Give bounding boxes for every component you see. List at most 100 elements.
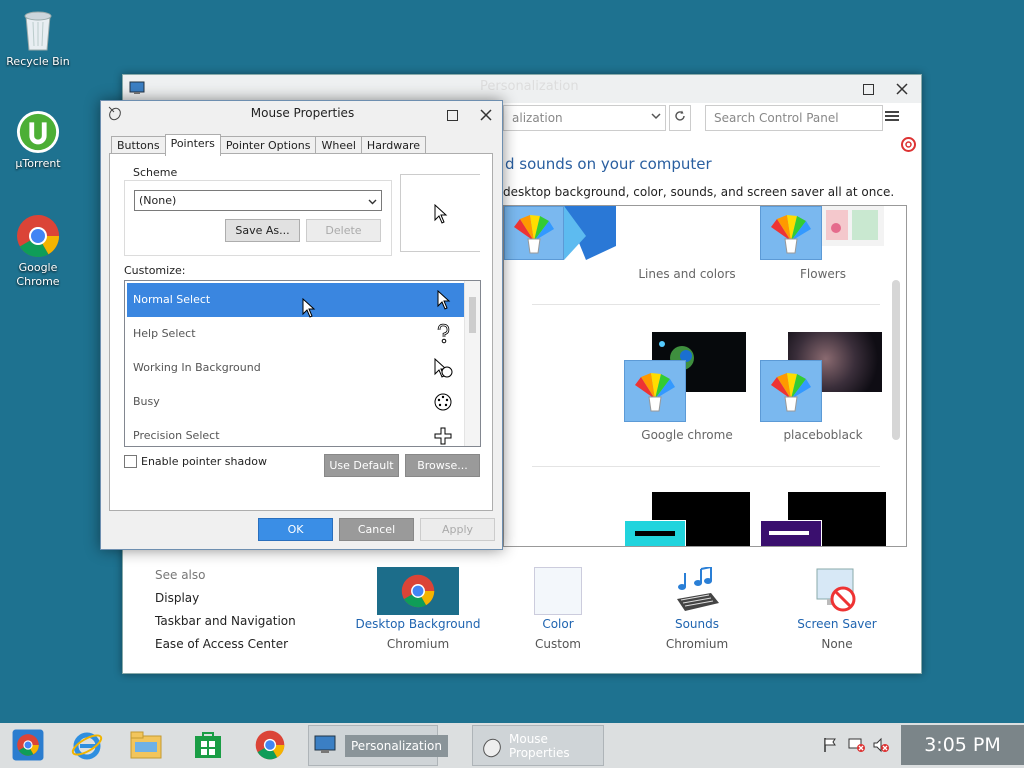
mouse-properties-dialog: Mouse Properties Buttons Pointers Pointe… — [100, 100, 503, 550]
list-item-busy[interactable]: Busy — [127, 385, 464, 419]
color-swatch-icon — [534, 567, 582, 615]
delete-button[interactable]: Delete — [306, 219, 381, 242]
chrome-icon — [377, 567, 459, 615]
desktop-icon-utorrent[interactable]: µTorrent — [3, 110, 73, 171]
browse-button[interactable]: Browse... — [405, 454, 480, 477]
dialog-titlebar[interactable]: Mouse Properties — [101, 101, 502, 129]
theme-list[interactable]: Lines and colors Flowers Google chrome p… — [503, 205, 907, 547]
close-button[interactable] — [469, 101, 503, 129]
window-title: Personalization — [480, 79, 579, 94]
refresh-icon — [674, 110, 686, 125]
store-icon — [193, 730, 223, 763]
chrome-icon — [255, 730, 285, 763]
tile-value: Chromium — [386, 637, 450, 651]
link-taskbar-navigation[interactable]: Taskbar and Navigation — [155, 614, 296, 628]
theme-label: placeboblack — [783, 428, 863, 442]
refresh-button[interactable] — [669, 105, 691, 131]
divider — [532, 304, 880, 305]
chevron-down-icon[interactable] — [651, 110, 661, 124]
see-also-title: See also — [155, 568, 206, 582]
tile-label: Color — [542, 617, 574, 631]
theme-label: Lines and colors — [638, 267, 736, 281]
ok-button[interactable]: OK — [258, 518, 333, 541]
task-label: Mouse Properties — [509, 731, 570, 760]
flag-icon[interactable] — [822, 737, 838, 756]
network-icon[interactable] — [848, 737, 866, 756]
desktop-icon-label: Google Chrome — [16, 261, 60, 288]
arrow-cursor-icon — [434, 203, 448, 227]
chevron-down-icon — [368, 196, 377, 209]
maximize-button[interactable] — [435, 101, 469, 129]
list-item-precision-select[interactable]: Precision Select — [127, 419, 464, 446]
taskbar: Personalization Mouse Properties 3:05 PM — [0, 723, 1024, 768]
link-ease-of-access[interactable]: Ease of Access Center — [155, 637, 288, 651]
maximize-button[interactable] — [851, 75, 885, 103]
pointer-shadow-checkbox[interactable] — [124, 455, 137, 468]
chrome-icon — [16, 214, 60, 258]
search-input[interactable]: Search Control Panel — [705, 105, 883, 131]
cursor-list-scrollbar[interactable] — [464, 281, 480, 446]
list-item-label: Normal Select — [133, 293, 211, 306]
utorrent-icon — [16, 110, 60, 154]
taskbar-store-button[interactable] — [182, 726, 234, 766]
pointers-tab-panel: Scheme (None) Save As... Delete Customiz… — [109, 153, 493, 511]
screen-saver-tile[interactable]: Screen Saver None — [772, 567, 902, 651]
scheme-label: Scheme — [130, 166, 181, 179]
list-item-working-in-background[interactable]: Working In Background — [127, 351, 464, 385]
precision-cursor-icon — [432, 425, 454, 446]
help-icon[interactable] — [901, 137, 916, 155]
list-item-label: Working In Background — [133, 361, 261, 374]
desktop-background-tile[interactable]: Desktop Background Chromium — [353, 567, 483, 651]
list-item-help-select[interactable]: Help Select — [127, 317, 464, 351]
tile-value: Custom — [535, 637, 581, 651]
scrollbar-thumb[interactable] — [892, 280, 900, 440]
taskbar-task-personalization[interactable]: Personalization — [308, 725, 448, 766]
desktop-icon-recycle-bin[interactable]: Recycle Bin — [3, 8, 73, 69]
theme-label: Google chrome — [641, 428, 733, 442]
taskbar-file-explorer-button[interactable] — [120, 726, 172, 766]
personalization-titlebar[interactable]: Personalization — [123, 75, 921, 103]
theme-color-swatch — [760, 520, 822, 546]
working-cursor-icon — [432, 357, 454, 379]
pointer-preview — [400, 174, 480, 252]
theme-color-swatch — [760, 360, 822, 422]
taskbar-clock[interactable]: 3:05 PM — [901, 725, 1024, 765]
list-item-normal-select[interactable]: Normal Select — [127, 283, 464, 317]
volume-icon[interactable] — [872, 737, 890, 756]
sounds-tile[interactable]: Sounds Chromium — [632, 566, 762, 651]
search-placeholder: Search Control Panel — [714, 111, 839, 125]
save-as-button[interactable]: Save As... — [225, 219, 300, 242]
tab-bar: Buttons Pointers Pointer Options Wheel H… — [111, 134, 427, 156]
theme-color-swatch — [624, 520, 686, 546]
color-tile[interactable]: Color Custom — [493, 567, 623, 651]
tile-label: Sounds — [674, 617, 720, 631]
desktop-icon-google-chrome[interactable]: Google Chrome — [3, 214, 73, 289]
address-text: alization — [512, 111, 563, 125]
tab-pointers[interactable]: Pointers — [164, 134, 221, 156]
cancel-button[interactable]: Cancel — [339, 518, 414, 541]
taskbar-task-mouse-properties[interactable]: Mouse Properties — [472, 725, 604, 766]
address-bar[interactable]: alization — [503, 105, 666, 131]
mouse-icon — [478, 734, 504, 761]
taskbar-ie-button[interactable] — [61, 726, 113, 766]
task-label: Personalization — [345, 734, 448, 757]
use-default-button[interactable]: Use Default — [324, 454, 399, 477]
pointer-shadow-label: Enable pointer shadow — [141, 455, 267, 468]
close-button[interactable] — [885, 75, 919, 103]
apply-button[interactable]: Apply — [420, 518, 495, 541]
help-cursor-icon — [432, 323, 454, 345]
menu-icon[interactable] — [885, 109, 899, 126]
scrollbar-thumb[interactable] — [469, 297, 476, 333]
taskbar-chrome-button[interactable] — [244, 726, 296, 766]
theme-label: Flowers — [800, 267, 846, 281]
tile-label: Screen Saver — [797, 617, 877, 631]
sounds-icon — [671, 566, 723, 615]
scheme-select[interactable]: (None) — [134, 190, 382, 211]
scheme-value: (None) — [139, 194, 177, 207]
customize-label: Customize: — [124, 264, 186, 277]
theme-color-swatch — [624, 360, 686, 422]
mouse-pointer-icon — [302, 297, 316, 321]
taskbar-chromium-button[interactable] — [2, 726, 54, 766]
control-panel-icon — [314, 734, 338, 759]
link-display[interactable]: Display — [155, 591, 199, 605]
